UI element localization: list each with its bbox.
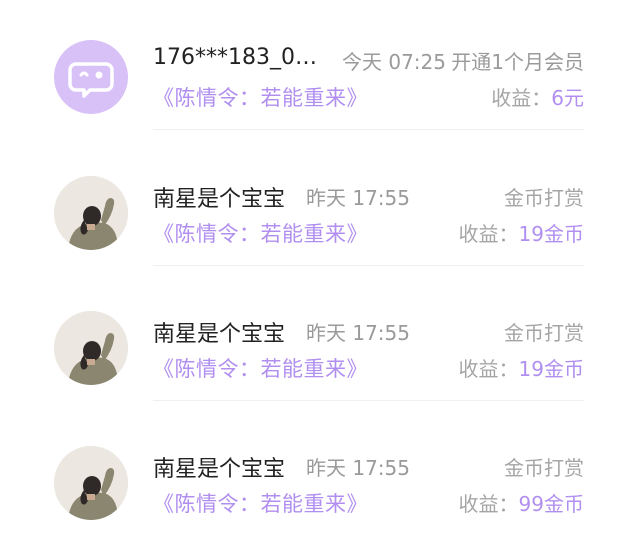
row-divider <box>153 265 584 266</box>
record-action: 金币打赏 <box>504 456 584 480</box>
income-record-list: 176***183_0… 今天 07:25 开通1个月会员 《陈情令：若能重来》… <box>0 0 640 552</box>
user-name: 南星是个宝宝 <box>153 187 286 212</box>
list-item[interactable]: 176***183_0… 今天 07:25 开通1个月会员 《陈情令：若能重来》… <box>0 0 640 136</box>
record-action: 开通1个月会员 <box>451 50 584 74</box>
income: 收益：99金币 <box>459 488 584 517</box>
record-time: 昨天 17:55 <box>306 456 410 480</box>
income-value: 99金币 <box>518 492 584 516</box>
list-item[interactable]: 南星是个宝宝 昨天 17:55 金币打赏 《陈情令：若能重来》 收益：19金币 <box>0 136 640 272</box>
book-title-link[interactable]: 《陈情令：若能重来》 <box>153 353 368 383</box>
income: 收益：19金币 <box>459 218 584 247</box>
record-time: 昨天 17:55 <box>306 321 410 345</box>
record-time: 昨天 17:55 <box>306 186 410 210</box>
record-action: 金币打赏 <box>504 321 584 345</box>
income-label: 收益： <box>458 492 519 516</box>
list-item[interactable]: 南星是个宝宝 昨天 17:55 金币打赏 《陈情令：若能重来》 收益：99金币 <box>0 406 640 542</box>
row-divider <box>153 129 584 130</box>
income-value: 19金币 <box>518 222 584 246</box>
income: 收益：6元 <box>491 82 584 111</box>
list-item[interactable]: 南星是个宝宝 昨天 17:55 金币打赏 《陈情令：若能重来》 收益：19金币 <box>0 271 640 407</box>
default-avatar-icon[interactable] <box>54 40 128 114</box>
record-time: 今天 07:25 <box>342 50 446 74</box>
row-divider <box>153 400 584 401</box>
income-value: 6元 <box>551 86 584 110</box>
income-label: 收益： <box>458 357 519 381</box>
user-photo-avatar[interactable] <box>54 176 128 250</box>
user-name: 南星是个宝宝 <box>153 322 286 347</box>
income-label: 收益： <box>491 86 552 110</box>
income-value: 19金币 <box>518 357 584 381</box>
record-action: 金币打赏 <box>504 186 584 210</box>
user-photo-avatar[interactable] <box>54 311 128 385</box>
book-title-link[interactable]: 《陈情令：若能重来》 <box>153 218 368 248</box>
user-photo-avatar[interactable] <box>54 446 128 520</box>
user-name: 南星是个宝宝 <box>153 457 286 482</box>
book-title-link[interactable]: 《陈情令：若能重来》 <box>153 488 368 518</box>
income: 收益：19金币 <box>459 353 584 382</box>
user-name: 176***183_0… <box>153 45 317 70</box>
income-label: 收益： <box>458 222 519 246</box>
book-title-link[interactable]: 《陈情令：若能重来》 <box>153 82 368 112</box>
